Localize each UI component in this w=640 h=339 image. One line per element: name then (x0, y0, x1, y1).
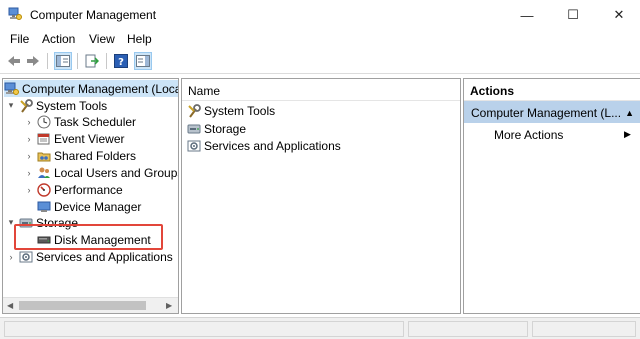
submenu-arrow-icon[interactable]: ▶ (624, 129, 631, 140)
maximize-button[interactable]: ☐ (550, 0, 596, 30)
shared-folders-icon (36, 148, 51, 163)
tree-item-services-and-applications[interactable]: › Services and Applications (6, 248, 173, 265)
performance-icon (36, 182, 51, 197)
scroll-right-icon[interactable]: ▶ (166, 301, 172, 310)
more-actions-item[interactable]: More Actions (494, 128, 563, 142)
tree-item-device-manager[interactable]: Device Manager (24, 198, 141, 215)
tree-item-task-scheduler[interactable]: › Task Scheduler (24, 113, 137, 130)
results-pane[interactable]: Name System Tools Storage Services and A… (181, 78, 461, 314)
list-item[interactable]: System Tools (186, 102, 275, 119)
tree-item-label: Local Users and Groups (54, 165, 179, 180)
chevron-down-icon[interactable]: ▾ (6, 100, 16, 111)
users-icon (36, 165, 51, 180)
toolbar-separator (47, 53, 48, 69)
toolbar-separator (106, 53, 107, 69)
back-arrow-icon[interactable] (5, 52, 23, 70)
minimize-button[interactable]: — (504, 0, 550, 30)
tree-item-label: Task Scheduler (54, 114, 137, 129)
device-manager-icon (36, 199, 51, 214)
menu-view[interactable]: View (89, 32, 115, 46)
menu-action[interactable]: Action (42, 32, 75, 46)
forward-arrow-icon[interactable] (24, 52, 42, 70)
services-icon (186, 138, 201, 153)
tree-item-label: System Tools (36, 98, 108, 113)
status-cell (408, 321, 528, 337)
chevron-right-icon[interactable]: › (24, 134, 34, 144)
event-viewer-icon (36, 131, 51, 146)
export-list-icon[interactable] (83, 52, 101, 70)
list-item-label: Storage (204, 121, 247, 136)
actions-header: Actions (464, 79, 640, 101)
scroll-left-icon[interactable]: ◀ (7, 301, 13, 310)
tools-icon (186, 103, 201, 118)
tree-item-local-users-and-groups[interactable]: › Local Users and Groups (24, 164, 179, 181)
tree-item-event-viewer[interactable]: › Event Viewer (24, 130, 125, 147)
actions-section-computer-management[interactable]: Computer Management (L... ▲ (464, 101, 640, 123)
chevron-right-icon[interactable]: › (24, 185, 34, 195)
chevron-right-icon[interactable]: › (24, 117, 34, 127)
tree-item-label: Shared Folders (54, 148, 137, 163)
name-column-header[interactable]: Name (182, 79, 460, 101)
tree-root-label: Computer Management (Local (22, 81, 179, 96)
clock-icon (36, 114, 51, 129)
tree-item-system-tools[interactable]: ▾ System Tools (6, 97, 107, 114)
menu-help[interactable]: Help (127, 32, 152, 46)
status-cell (4, 321, 404, 337)
tools-icon (18, 98, 33, 113)
tree-item-label: Services and Applications (36, 249, 173, 264)
tree-item-label: Performance (54, 182, 123, 197)
list-item[interactable]: Storage (186, 120, 246, 137)
menu-file[interactable]: File (10, 32, 29, 46)
tree-item-label: Event Viewer (54, 131, 125, 146)
highlight-box (14, 224, 163, 250)
tree-root-computer-management[interactable]: Computer Management (Local (4, 80, 178, 97)
toolbar-separator (77, 53, 78, 69)
actions-pane: Actions Computer Management (L... ▲ More… (463, 78, 640, 314)
console-tree-pane[interactable]: Computer Management (Local ▾ System Tool… (2, 78, 179, 314)
list-item[interactable]: Services and Applications (186, 137, 341, 154)
title-bar: Computer Management — ☐ ✕ (0, 0, 640, 30)
storage-icon (186, 121, 201, 136)
services-icon (18, 249, 33, 264)
list-item-label: System Tools (204, 103, 276, 118)
actions-section-label: Computer Management (L... (471, 106, 622, 120)
chevron-right-icon[interactable]: › (24, 151, 34, 161)
status-bar (0, 317, 640, 339)
svg-text:?: ? (118, 57, 124, 68)
tree-item-label: Device Manager (54, 199, 142, 214)
computer-management-icon (8, 7, 22, 21)
action-pane-icon[interactable] (134, 52, 152, 70)
chevron-right-icon[interactable]: › (6, 252, 16, 262)
list-item-label: Services and Applications (204, 138, 341, 153)
window-title: Computer Management (30, 8, 157, 22)
toolbar: ? (0, 48, 640, 74)
status-cell (532, 321, 636, 337)
tree-item-shared-folders[interactable]: › Shared Folders (24, 147, 137, 164)
console-tree-icon[interactable] (54, 52, 72, 70)
collapse-icon[interactable]: ▲ (625, 108, 634, 118)
scrollbar-thumb[interactable] (19, 301, 146, 310)
chevron-right-icon[interactable]: › (24, 168, 34, 178)
computer-management-icon (4, 81, 19, 96)
horizontal-scrollbar[interactable]: ◀ ▶ (3, 297, 178, 313)
tree-item-performance[interactable]: › Performance (24, 181, 123, 198)
close-button[interactable]: ✕ (596, 0, 640, 30)
help-icon[interactable]: ? (112, 52, 130, 70)
menu-bar: File Action View Help (0, 30, 640, 48)
